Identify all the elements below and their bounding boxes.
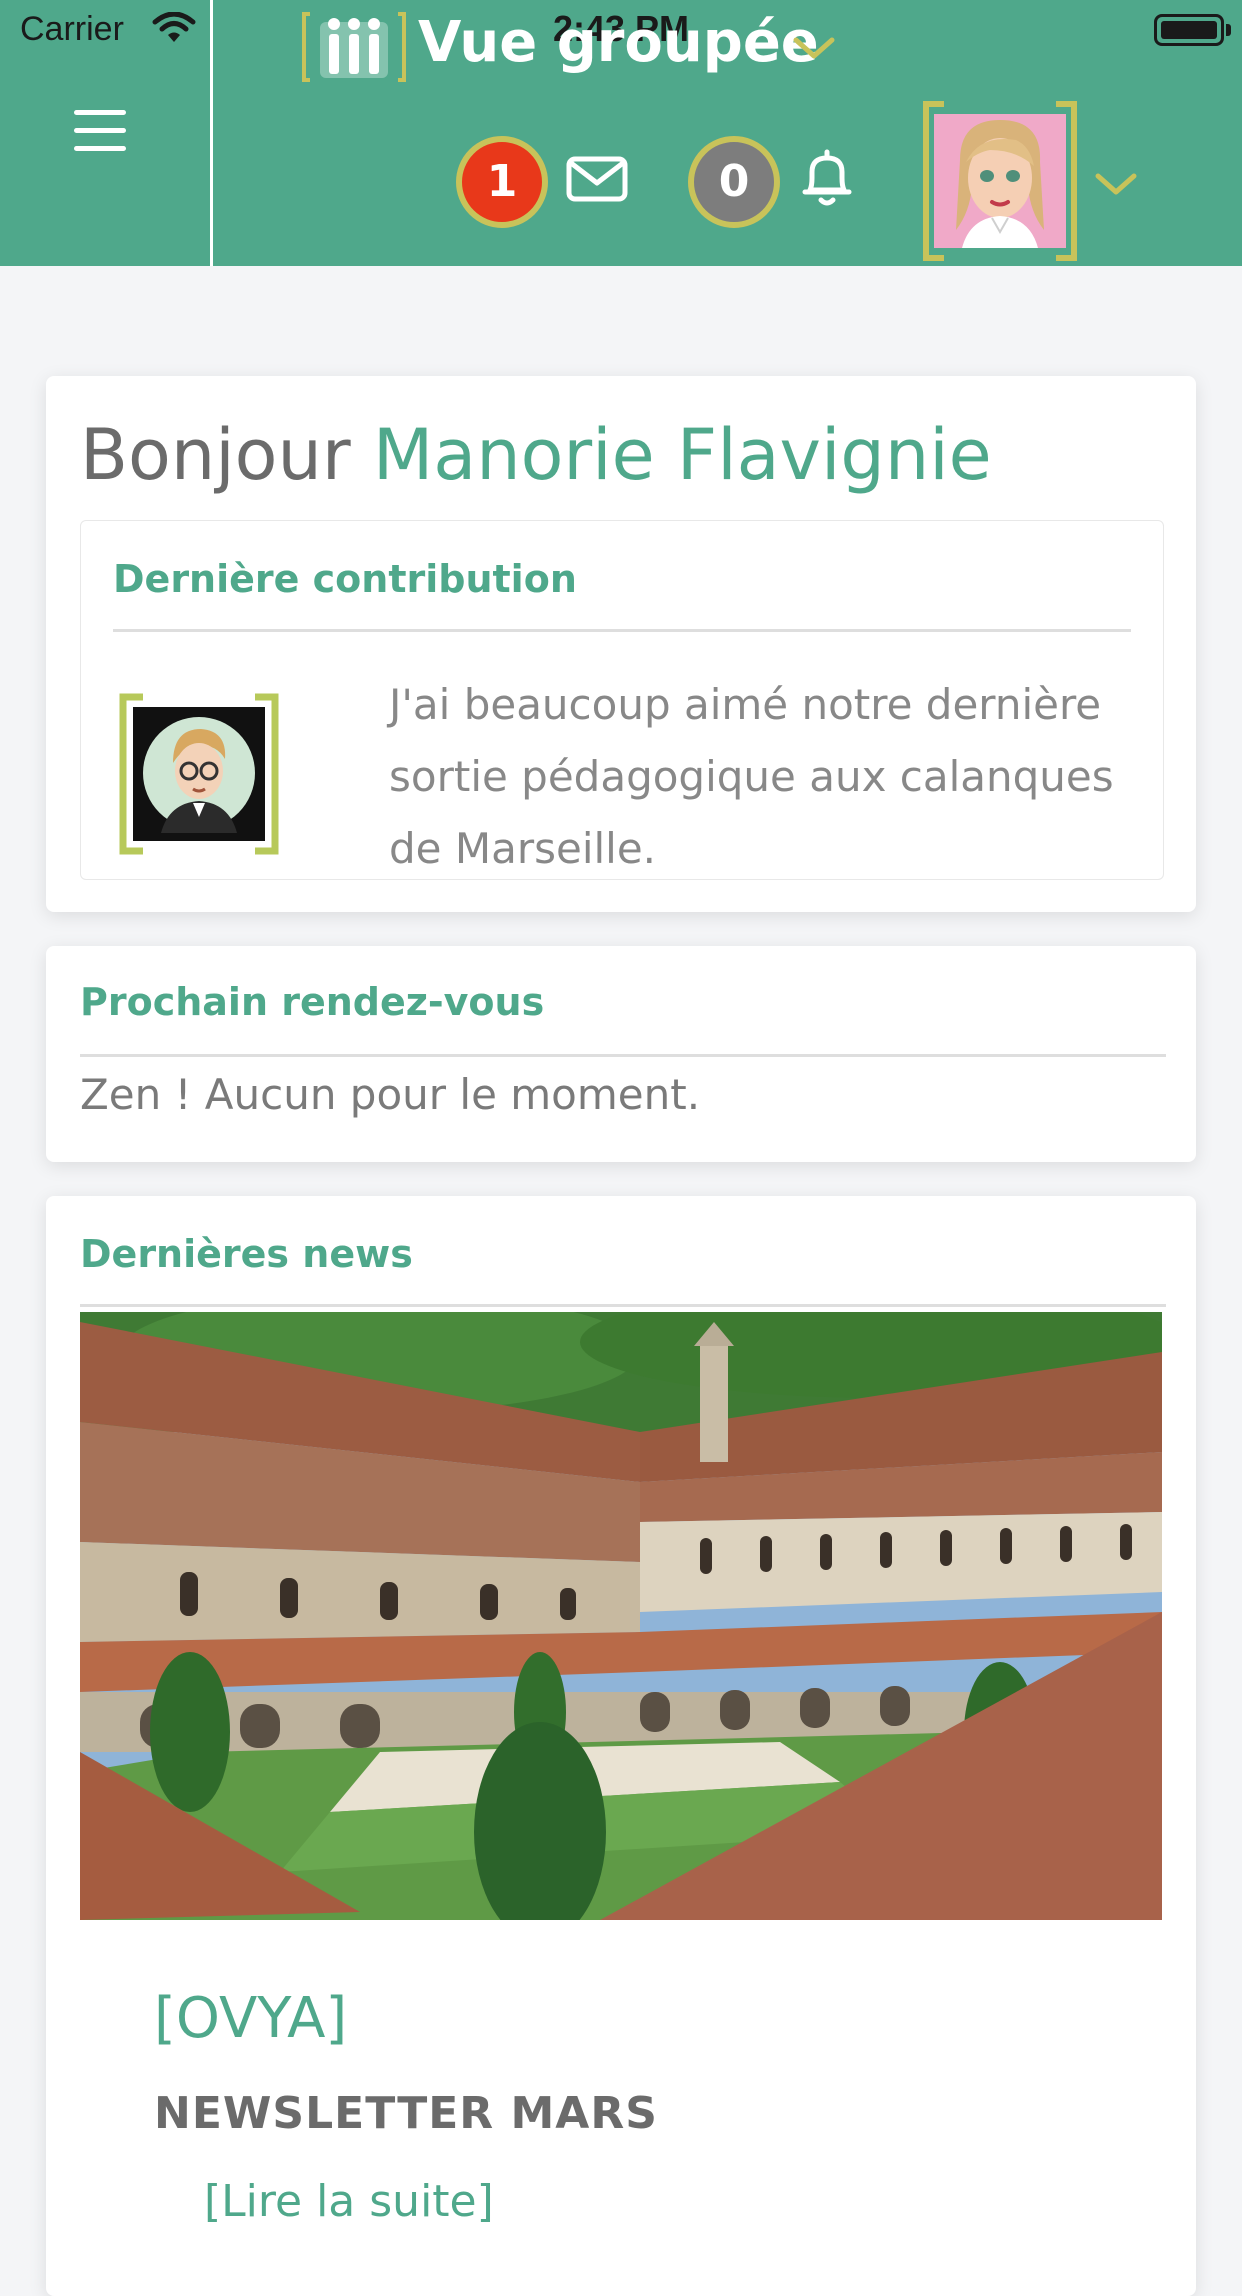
news-headline: NEWSLETTER MARS — [154, 2088, 658, 2139]
bell-icon[interactable] — [800, 148, 854, 208]
mail-icon[interactable] — [566, 156, 628, 202]
greeting-heading: Bonjour Manorie Flavignie — [80, 414, 992, 496]
status-carrier: Carrier — [20, 10, 124, 48]
app-logo-icon — [302, 12, 406, 82]
user-avatar[interactable] — [920, 100, 1080, 262]
latest-news-card: Dernières news [OVYA] NEWSLETTER MARS [L… — [46, 1196, 1196, 2296]
welcome-card: Bonjour Manorie Flavignie Dernière contr… — [46, 376, 1196, 912]
user-name: Manorie Flavignie — [372, 414, 992, 496]
last-contribution-text: J'ai beaucoup aimé notre dernière sortie… — [389, 680, 1114, 873]
hamburger-menu-icon[interactable] — [74, 110, 132, 154]
next-meeting-title: Prochain rendez-vous — [80, 980, 545, 1024]
greeting-word: Bonjour — [80, 414, 351, 496]
next-meeting-card: Prochain rendez-vous Zen ! Aucun pour le… — [46, 946, 1196, 1162]
notifications-count-badge[interactable]: 0 — [688, 136, 780, 228]
section-divider — [80, 1304, 1166, 1307]
news-thumbnail-image[interactable] — [80, 1312, 1162, 1920]
battery-icon — [1154, 14, 1224, 46]
messages-count-badge[interactable]: 1 — [456, 136, 548, 228]
top-bar: Carrier 2:43 PM Vue groupée 1 0 — [0, 0, 1242, 266]
chevron-down-icon[interactable] — [792, 34, 836, 62]
wifi-icon — [152, 12, 196, 42]
last-contribution-title: Dernière contribution — [113, 557, 577, 601]
battery-tip — [1226, 24, 1231, 36]
contributor-avatar[interactable] — [117, 693, 281, 855]
account-chevron-down-icon[interactable] — [1094, 170, 1138, 198]
section-divider — [80, 1054, 1166, 1057]
section-divider — [113, 629, 1131, 632]
read-more-link[interactable]: [Lire la suite] — [204, 2176, 494, 2227]
last-contribution-panel: Dernière contribution J'ai beaucoup aimé… — [80, 520, 1164, 880]
news-source-label[interactable]: [OVYA] — [154, 1986, 347, 2051]
latest-news-title: Dernières news — [80, 1232, 413, 1276]
header-divider — [210, 0, 213, 266]
next-meeting-text: Zen ! Aucun pour le moment. — [80, 1070, 701, 1119]
view-title[interactable]: Vue groupée — [418, 10, 819, 75]
